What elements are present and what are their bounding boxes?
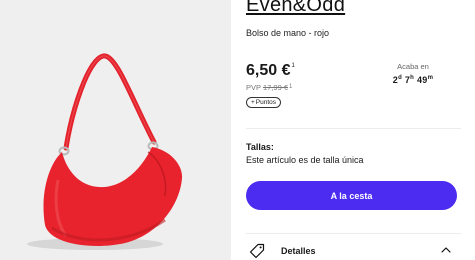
countdown-hours-unit: h [410,75,415,81]
tag-icon [249,243,265,259]
details-accordion[interactable]: Detalles [246,238,457,260]
add-to-cart-button[interactable]: A la cesta [246,181,457,210]
chevron-up-icon [441,247,451,253]
product-image[interactable] [0,0,231,260]
sizes-text: Este artículo es de talla única [246,155,364,165]
sale-price: 6,50 €1 [246,62,295,80]
countdown-minutes-unit: m [427,75,434,81]
retail-price: PVP 17,99 €1 [246,83,292,92]
product-info: Even&Odd Bolso de mano - rojo 6,50 €1 PV… [246,0,461,260]
brand-link[interactable]: Even&Odd [246,0,345,17]
points-badge[interactable]: + Puntos [246,97,282,108]
product-name: Bolso de mano - rojo [246,28,330,38]
details-label: Detalles [281,246,316,256]
countdown-days-unit: d [398,75,403,81]
pvp-label: PVP [246,83,261,92]
sizes-title: Tallas: [246,142,274,152]
divider [246,233,461,234]
sale-ends-label: Acaba en [397,62,429,71]
sale-price-value: 6,50 € [246,62,291,79]
add-to-cart-label: A la cesta [330,190,373,201]
handbag-image [0,0,231,260]
price-footnote: 1 [291,63,295,69]
plus-icon: + [251,99,255,106]
pvp-price: 17,99 € [262,83,288,92]
divider [246,128,461,129]
pvp-footnote: 1 [289,84,293,90]
sale-countdown: 2d 7h 49m [383,75,443,85]
countdown-minutes: 49 [416,75,428,85]
points-label: Puntos [255,99,277,106]
